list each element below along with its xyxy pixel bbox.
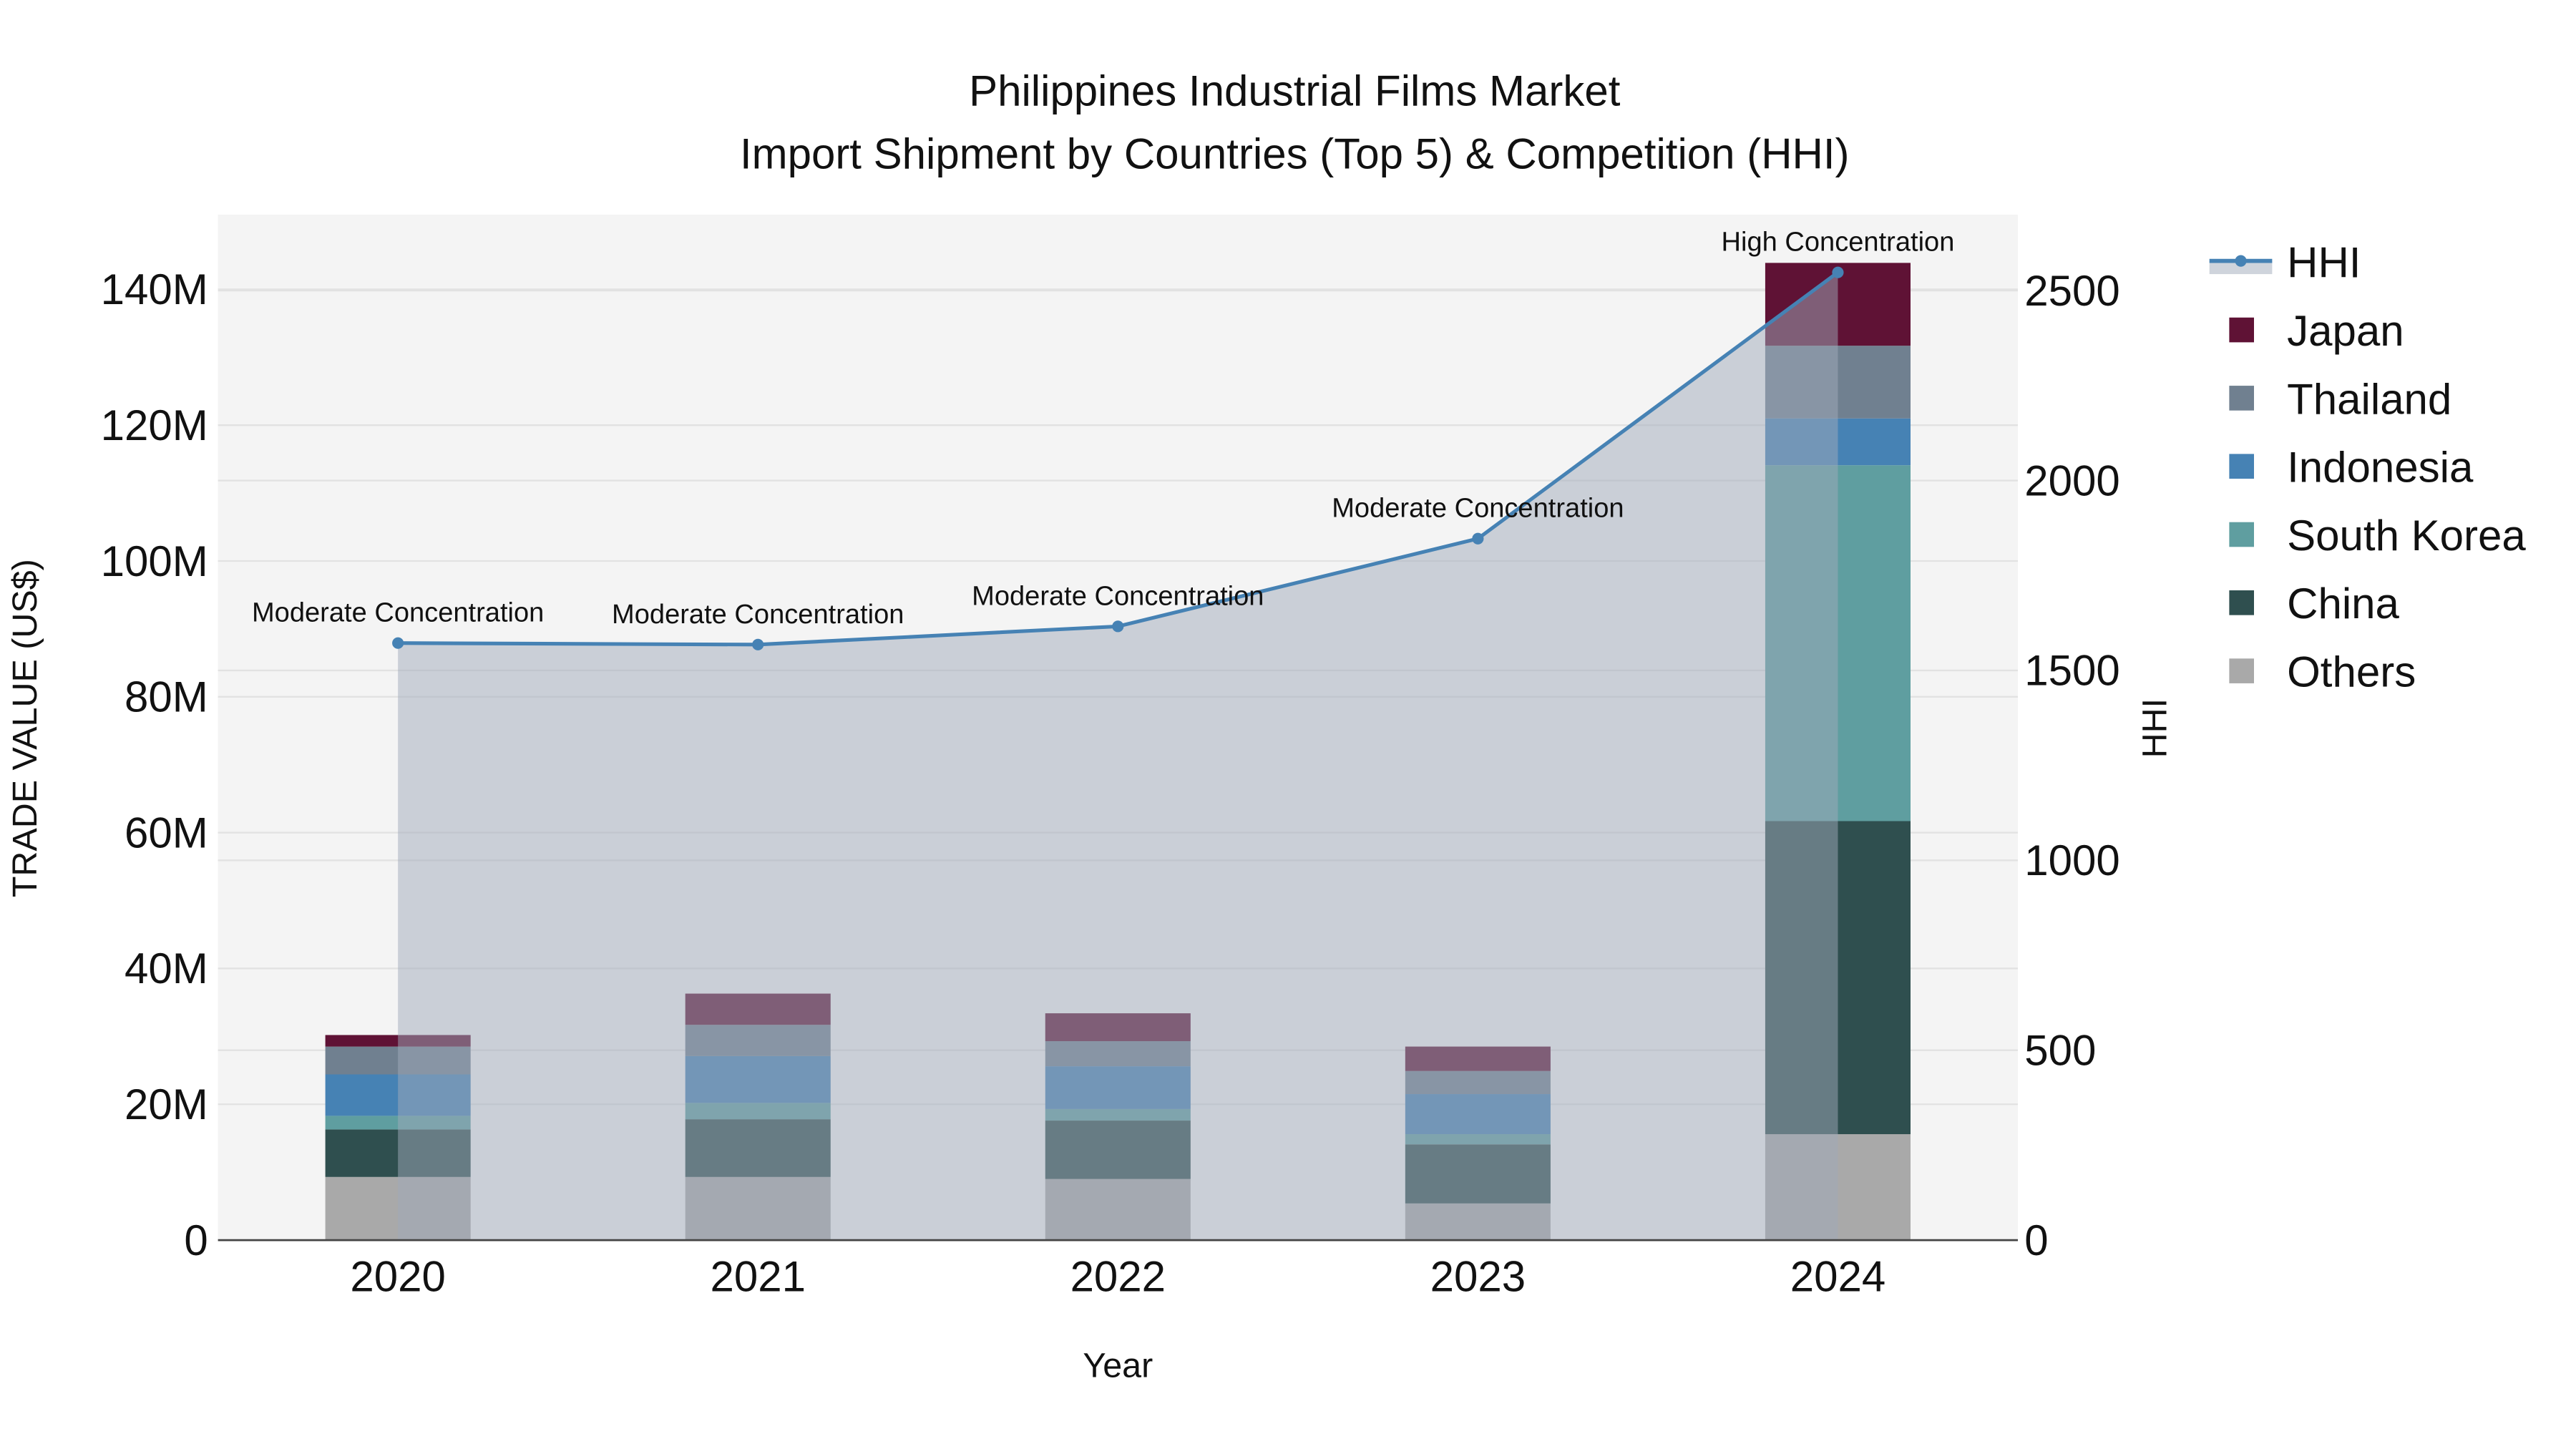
legend-swatch-china [2229, 590, 2254, 615]
chart: 0 20M 40M 60M 80M 100M 120M 140M 0 500 1000 1500 20… [6, 67, 2527, 1385]
y-tick-label: 20M [125, 1080, 208, 1128]
legend-label: Japan [2287, 307, 2404, 355]
hhi-point [1112, 620, 1124, 633]
y-tick-label: 100M [101, 537, 208, 585]
legend-swatch-japan [2229, 317, 2254, 343]
y2-tick-label: 0 [2024, 1216, 2048, 1264]
hhi-label: Moderate Concentration [612, 600, 904, 630]
hhi-label: Moderate Concentration [252, 598, 544, 628]
legend-label: Indonesia [2287, 444, 2474, 492]
hhi-point [392, 637, 404, 649]
hhi-label: High Concentration [1722, 228, 1955, 258]
y2-axis-label: HHI [2136, 698, 2175, 758]
hhi-point [1832, 266, 1844, 278]
chart-subtitle: Import Shipment by Countries (Top 5) & C… [740, 130, 1850, 177]
y2-tick-label: 1500 [2024, 647, 2119, 695]
legend: HHI Japan Thailand Indonesia South Korea Chin… [2209, 239, 2526, 696]
legend-hhi-marker [2235, 255, 2247, 267]
x-tick-label: 2023 [1430, 1253, 1526, 1301]
y2-tick-label: 2000 [2024, 457, 2119, 504]
x-tick-label: 2020 [350, 1253, 445, 1301]
legend-label: Thailand [2287, 375, 2451, 423]
x-tick-label: 2022 [1070, 1253, 1166, 1301]
legend-swatch-thailand [2229, 386, 2254, 411]
chart-title: Philippines Industrial Films Market [969, 67, 1621, 115]
y-tick-label: 0 [184, 1216, 208, 1264]
hhi-point [1472, 532, 1484, 545]
legend-label: Others [2287, 648, 2416, 696]
x-axis-ticks: 2020 2021 2022 2023 2024 [350, 1253, 1885, 1301]
y2-tick-label: 500 [2024, 1026, 2096, 1074]
y2-tick-label: 2500 [2024, 267, 2119, 315]
legend-label: HHI [2287, 239, 2361, 287]
x-axis-label: Year [1083, 1347, 1153, 1385]
y-tick-label: 140M [101, 265, 208, 313]
y-tick-label: 80M [125, 673, 208, 721]
y-axis-label: TRADE VALUE (US$) [6, 559, 44, 897]
legend-swatch-others [2229, 658, 2254, 683]
y-tick-label: 40M [125, 945, 208, 992]
hhi-point [752, 638, 764, 650]
y-axis-ticks: 0 20M 40M 60M 80M 100M 120M 140M [101, 265, 208, 1264]
y-tick-label: 120M [101, 401, 208, 449]
y2-axis-ticks: 0 500 1000 1500 2000 2500 [2024, 267, 2119, 1264]
x-tick-label: 2024 [1790, 1253, 1885, 1301]
hhi-label: Moderate Concentration [972, 581, 1264, 611]
legend-label: China [2287, 580, 2399, 628]
x-tick-label: 2021 [710, 1253, 805, 1301]
hhi-label: Moderate Concentration [1332, 494, 1624, 524]
legend-label: South Korea [2287, 512, 2526, 560]
y-tick-label: 60M [125, 809, 208, 857]
y2-tick-label: 1000 [2024, 836, 2119, 884]
legend-swatch-indonesia [2229, 454, 2254, 479]
legend-swatch-south-korea [2229, 522, 2254, 547]
